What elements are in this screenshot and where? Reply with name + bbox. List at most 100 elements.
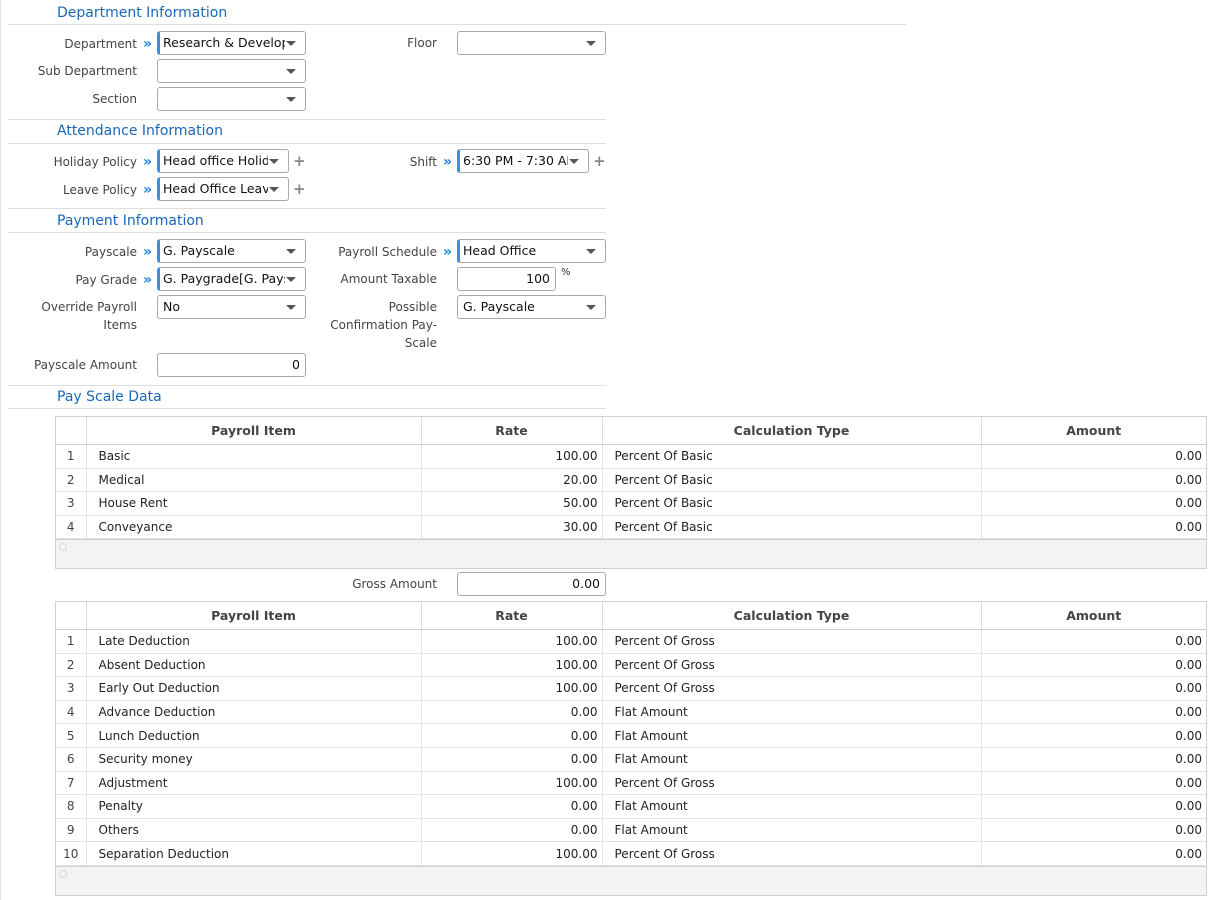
column-header-payroll-item[interactable]: Payroll Item — [86, 602, 422, 630]
table-row[interactable]: 7 Adjustment 100.00 Percent Of Gross 0.00 — [56, 771, 1206, 796]
override-payroll-select[interactable]: No — [157, 295, 306, 319]
row-number: 3 — [56, 491, 87, 516]
rate-cell: 100.00 — [421, 841, 603, 866]
column-header-calculation-type[interactable]: Calculation Type — [602, 417, 982, 445]
payroll-item-cell: Separation Deduction — [86, 841, 422, 866]
calculation-type-cell: Percent Of Basic — [602, 515, 982, 540]
amount-cell: 0.00 — [981, 629, 1206, 654]
caret-down-icon — [269, 187, 279, 192]
floor-select[interactable] — [457, 31, 606, 55]
possible-confirmation-label-line1: Possible — [388, 300, 437, 314]
gross-amount-input[interactable]: 0.00 — [457, 572, 606, 596]
table-row[interactable]: 10 Separation Deduction 100.00 Percent Of G… — [56, 841, 1206, 866]
shift-select[interactable]: 6:30 PM - 7:30 AM — [457, 149, 589, 173]
divider — [8, 232, 606, 233]
caret-down-icon — [286, 277, 296, 282]
amount-cell: 0.00 — [981, 723, 1206, 748]
row-number-header — [56, 417, 87, 445]
add-holiday-policy-plus-icon[interactable]: + — [293, 154, 306, 169]
row-number: 10 — [56, 841, 87, 866]
table-row[interactable]: 5 Lunch Deduction 0.00 Flat Amount 0.00 — [56, 723, 1206, 748]
calculation-type-cell: Flat Amount — [602, 794, 982, 819]
row-number: 7 — [56, 771, 87, 796]
table-row[interactable]: 1 Basic 100.00 Percent Of Basic 0.00 — [56, 444, 1206, 469]
payroll-item-cell: Basic — [86, 444, 422, 469]
add-shift-plus-icon[interactable]: + — [593, 154, 606, 169]
department-section-title: Department Information — [57, 5, 228, 21]
rate-cell: 0.00 — [421, 794, 603, 819]
sub-department-select[interactable] — [157, 59, 306, 83]
column-header-calculation-type[interactable]: Calculation Type — [602, 602, 982, 630]
column-header-rate[interactable]: Rate — [421, 602, 603, 630]
column-header-amount[interactable]: Amount — [981, 602, 1206, 630]
payroll-schedule-select-value: Head Office — [463, 243, 537, 258]
shift-label: Shift — [409, 155, 437, 169]
payscale-amount-input[interactable]: 0 — [157, 353, 306, 377]
amount-cell: 0.00 — [981, 700, 1206, 725]
amount-cell: 0.00 — [981, 747, 1206, 772]
caret-down-icon — [586, 41, 596, 46]
table-row[interactable]: 1 Late Deduction 100.00 Percent Of Gross 0.0… — [56, 629, 1206, 654]
amount-cell: 0.00 — [981, 676, 1206, 701]
calculation-type-cell: Flat Amount — [602, 747, 982, 772]
shift-select-value: 6:30 PM - 7:30 AM — [463, 153, 568, 168]
row-number: 6 — [56, 747, 87, 772]
holiday-policy-select[interactable]: Head office Holiday — [157, 149, 289, 173]
possible-confirmation-select[interactable]: G. Payscale — [457, 295, 606, 319]
row-number: 4 — [56, 515, 87, 540]
column-header-payroll-item[interactable]: Payroll Item — [86, 417, 422, 445]
table-row[interactable]: 2 Medical 20.00 Percent Of Basic 0.00 — [56, 468, 1206, 493]
divider — [8, 119, 606, 120]
circle-icon — [59, 869, 67, 878]
calculation-type-cell: Flat Amount — [602, 818, 982, 843]
table-row[interactable]: 3 Early Out Deduction 100.00 Percent Of Gro… — [56, 676, 1206, 701]
circle-icon — [59, 543, 67, 552]
row-number: 9 — [56, 818, 87, 843]
table-row[interactable]: 2 Absent Deduction 100.00 Percent Of Gross 0… — [56, 653, 1206, 678]
caret-down-icon — [569, 159, 579, 164]
column-header-rate[interactable]: Rate — [421, 417, 603, 445]
payroll-item-cell: Penalty — [86, 794, 422, 819]
payroll-item-cell: Security money — [86, 747, 422, 772]
holiday-policy-label: Holiday Policy — [53, 155, 137, 169]
payscale-select[interactable]: G. Payscale — [157, 239, 306, 263]
earnings-grid-footer — [56, 539, 1206, 569]
table-row[interactable]: 4 Conveyance 30.00 Percent Of Basic 0.00 — [56, 515, 1206, 540]
possible-confirmation-select-value: G. Payscale — [463, 299, 535, 314]
rate-cell: 100.00 — [421, 653, 603, 678]
pay-grade-select[interactable]: G. Paygrade[G. Payscale] — [157, 267, 306, 291]
amount-taxable-input[interactable]: 100 — [457, 267, 556, 291]
row-number: 3 — [56, 676, 87, 701]
add-leave-policy-plus-icon[interactable]: + — [293, 182, 306, 197]
row-number: 1 — [56, 444, 87, 469]
payroll-item-cell: Absent Deduction — [86, 653, 422, 678]
rate-cell: 0.00 — [421, 818, 603, 843]
row-number: 1 — [56, 629, 87, 654]
calculation-type-cell: Flat Amount — [602, 700, 982, 725]
left-border — [0, 0, 1, 900]
leave-policy-select-value: Head Office Leave — [163, 181, 268, 196]
divider — [8, 208, 606, 209]
amount-cell: 0.00 — [981, 468, 1206, 493]
rate-cell: 100.00 — [421, 629, 603, 654]
payroll-item-cell: House Rent — [86, 491, 422, 516]
required-marker-icon: » — [443, 154, 453, 170]
department-select[interactable]: Research & Development — [157, 31, 306, 55]
holiday-policy-select-value: Head office Holiday — [163, 153, 268, 168]
calculation-type-cell: Percent Of Gross — [602, 653, 982, 678]
column-header-amount[interactable]: Amount — [981, 417, 1206, 445]
table-row[interactable]: 8 Penalty 0.00 Flat Amount 0.00 — [56, 794, 1206, 819]
payroll-schedule-select[interactable]: Head Office — [457, 239, 606, 263]
override-payroll-label-line1: Override Payroll — [41, 300, 137, 314]
table-row[interactable]: 6 Security money 0.00 Flat Amount 0.00 — [56, 747, 1206, 772]
row-number: 2 — [56, 468, 87, 493]
table-row[interactable]: 4 Advance Deduction 0.00 Flat Amount 0.00 — [56, 700, 1206, 725]
calculation-type-cell: Flat Amount — [602, 723, 982, 748]
leave-policy-select[interactable]: Head Office Leave — [157, 177, 289, 201]
section-select[interactable] — [157, 87, 306, 111]
table-row[interactable]: 3 House Rent 50.00 Percent Of Basic 0.00 — [56, 491, 1206, 516]
row-number: 4 — [56, 700, 87, 725]
table-row[interactable]: 9 Others 0.00 Flat Amount 0.00 — [56, 818, 1206, 843]
calculation-type-cell: Percent Of Gross — [602, 841, 982, 866]
floor-label: Floor — [407, 36, 437, 50]
